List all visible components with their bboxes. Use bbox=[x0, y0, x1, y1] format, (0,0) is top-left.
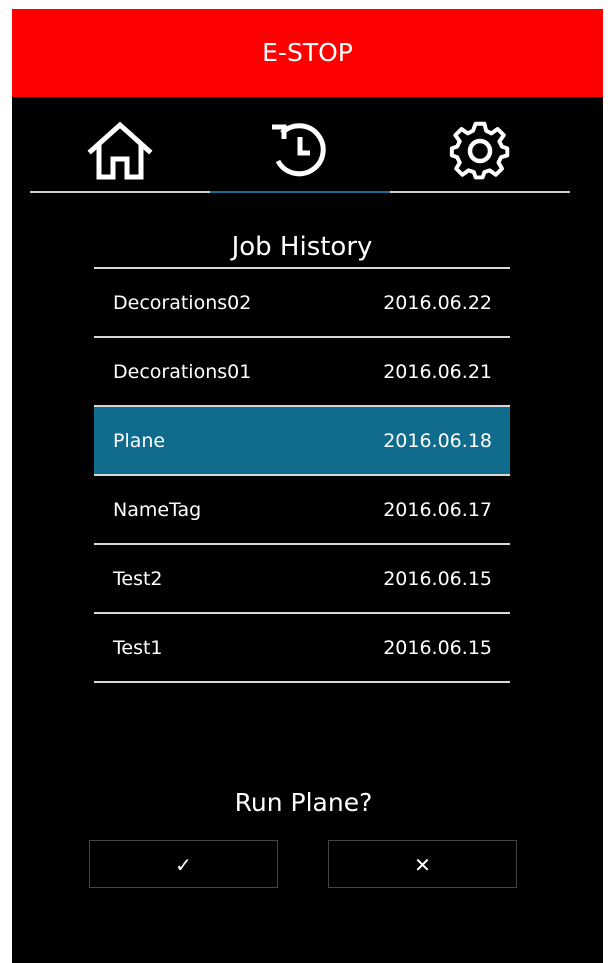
job-name: Test2 bbox=[113, 568, 163, 590]
screen: E-STOP Job History Decorations02 2016.06… bbox=[12, 9, 603, 963]
job-date: 2016.06.15 bbox=[383, 568, 492, 590]
job-row-1[interactable]: Decorations01 2016.06.21 bbox=[94, 338, 510, 407]
tab-settings[interactable] bbox=[390, 111, 570, 191]
estop-button[interactable]: E-STOP bbox=[12, 9, 603, 97]
gear-icon bbox=[449, 121, 510, 180]
job-date: 2016.06.18 bbox=[383, 430, 492, 452]
tab-settings-underline bbox=[390, 191, 570, 193]
job-name: Decorations01 bbox=[113, 361, 252, 383]
job-row-3[interactable]: NameTag 2016.06.17 bbox=[94, 476, 510, 545]
tab-history[interactable] bbox=[210, 111, 390, 191]
job-row-5[interactable]: Test1 2016.06.15 bbox=[94, 614, 510, 683]
check-icon: ✓ bbox=[175, 853, 192, 877]
job-name: Test1 bbox=[113, 637, 163, 659]
job-name: Decorations02 bbox=[113, 292, 252, 314]
job-row-2-selected[interactable]: Plane 2016.06.18 bbox=[94, 407, 510, 476]
job-row-4[interactable]: Test2 2016.06.15 bbox=[94, 545, 510, 614]
tab-home[interactable] bbox=[30, 111, 210, 191]
job-date: 2016.06.22 bbox=[383, 292, 492, 314]
tab-history-underline bbox=[210, 191, 390, 193]
confirm-button[interactable]: ✓ bbox=[89, 840, 278, 888]
run-prompt: Run Plane? bbox=[234, 788, 373, 817]
tab-home-underline bbox=[30, 191, 210, 193]
history-icon bbox=[272, 123, 326, 177]
job-history-title: Job History bbox=[231, 232, 373, 262]
home-icon bbox=[87, 121, 153, 180]
job-row-0[interactable]: Decorations02 2016.06.22 bbox=[94, 269, 510, 338]
close-icon: ✕ bbox=[414, 853, 431, 877]
job-name: NameTag bbox=[113, 499, 202, 521]
nav-bar bbox=[30, 111, 570, 193]
cancel-button[interactable]: ✕ bbox=[328, 840, 517, 888]
job-history-list: Decorations02 2016.06.22 Decorations01 2… bbox=[94, 267, 510, 683]
job-date: 2016.06.21 bbox=[383, 361, 492, 383]
job-date: 2016.06.15 bbox=[383, 637, 492, 659]
job-date: 2016.06.17 bbox=[383, 499, 492, 521]
job-name: Plane bbox=[113, 430, 166, 452]
list-divider bbox=[94, 681, 510, 683]
